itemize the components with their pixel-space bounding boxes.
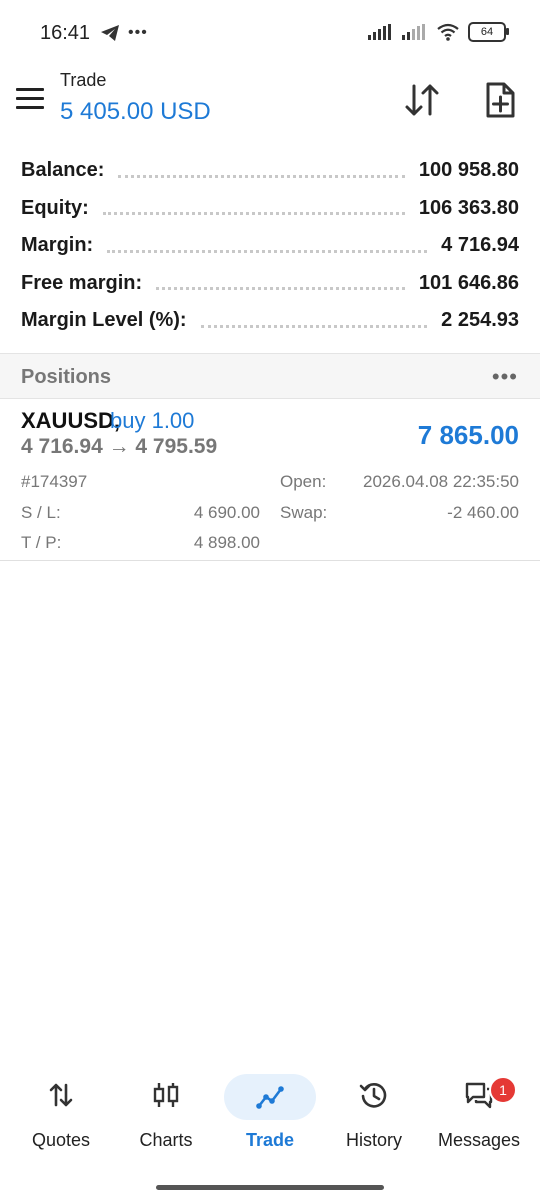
more-notifications-icon: ••• bbox=[128, 24, 148, 41]
position-prices: 4 716.94 → 4 795.59 bbox=[21, 435, 218, 458]
positions-section-header: Positions ••• bbox=[0, 353, 540, 399]
nav-label: Trade bbox=[245, 1130, 295, 1150]
battery-icon: 64 bbox=[468, 22, 509, 42]
dotted-leader bbox=[118, 174, 405, 178]
nav-label: History bbox=[345, 1130, 402, 1150]
summary-label: Balance: bbox=[21, 159, 105, 182]
dotted-leader bbox=[102, 211, 405, 216]
menu-icon[interactable] bbox=[16, 88, 44, 110]
unread-badge: 1 bbox=[489, 1076, 517, 1104]
new-order-icon[interactable] bbox=[480, 80, 520, 120]
home-indicator[interactable] bbox=[156, 1185, 384, 1190]
signal-2-icon bbox=[402, 24, 425, 40]
dotted-leader bbox=[107, 249, 428, 253]
app-header: Trade 5 405.00 USD bbox=[0, 66, 540, 136]
position-side-volume: buy 1.00 bbox=[110, 408, 195, 433]
summary-row-margin-level: Margin Level (%): 2 254.93 bbox=[21, 302, 519, 340]
summary-row-equity: Equity: 106 363.80 bbox=[21, 190, 519, 228]
account-summary: Balance: 100 958.80 Equity: 106 363.80 M… bbox=[21, 152, 519, 340]
more-options-icon[interactable]: ••• bbox=[492, 364, 518, 390]
position-profit: 7 865.00 bbox=[417, 420, 519, 450]
quotes-arrows-icon bbox=[49, 1083, 73, 1107]
status-time: 16:41 bbox=[40, 22, 91, 44]
sl-value: 4 690.00 bbox=[193, 503, 260, 522]
nav-charts[interactable]: Charts bbox=[114, 1068, 218, 1168]
summary-row-balance: Balance: 100 958.80 bbox=[21, 152, 519, 190]
trade-line-icon bbox=[256, 1086, 284, 1109]
summary-value: 4 716.94 bbox=[441, 234, 519, 257]
position-ticket: #174397 bbox=[21, 472, 88, 491]
nav-label: Quotes bbox=[31, 1130, 91, 1150]
wifi-icon bbox=[437, 23, 459, 41]
nav-label: Messages bbox=[437, 1130, 521, 1150]
swap-value: -2 460.00 bbox=[447, 503, 519, 522]
signal-icon bbox=[368, 24, 391, 40]
status-bar: 16:41 ••• 64 bbox=[0, 0, 540, 66]
swap-label: Swap: bbox=[280, 503, 328, 522]
account-profit-summary: 5 405.00 USD bbox=[60, 98, 211, 125]
summary-value: 2 254.93 bbox=[441, 309, 519, 332]
summary-label: Free margin: bbox=[21, 271, 143, 294]
candlestick-icon bbox=[153, 1083, 179, 1107]
nav-quotes[interactable]: Quotes bbox=[9, 1068, 113, 1168]
tp-label: T / P: bbox=[21, 533, 62, 552]
battery-level: 64 bbox=[480, 26, 494, 38]
tp-value: 4 898.00 bbox=[193, 533, 260, 552]
summary-label: Equity: bbox=[21, 196, 89, 219]
summary-label: Margin Level (%): bbox=[21, 309, 187, 332]
history-icon bbox=[359, 1083, 387, 1108]
telegram-icon bbox=[101, 25, 119, 41]
nav-history[interactable]: History bbox=[322, 1068, 426, 1168]
nav-messages[interactable]: 1 Messages bbox=[427, 1068, 531, 1168]
nav-trade[interactable]: Trade bbox=[218, 1068, 322, 1168]
position-row[interactable]: XAUUSD, buy 1.00 4 716.94 → 4 795.59 7 8… bbox=[0, 398, 540, 561]
open-label: Open: bbox=[280, 472, 327, 491]
summary-value: 106 363.80 bbox=[418, 196, 519, 219]
summary-label: Margin: bbox=[21, 234, 94, 257]
summary-value: 100 958.80 bbox=[418, 159, 519, 182]
sort-icon[interactable] bbox=[402, 80, 442, 120]
dotted-leader bbox=[156, 286, 405, 291]
summary-value: 101 646.86 bbox=[418, 271, 519, 294]
sl-label: S / L: bbox=[21, 503, 61, 522]
positions-title: Positions bbox=[21, 366, 112, 388]
summary-row-free-margin: Free margin: 101 646.86 bbox=[21, 265, 519, 303]
bottom-navigation: Quotes Charts Trade History 1 Messages bbox=[0, 1068, 540, 1168]
nav-label: Charts bbox=[139, 1130, 193, 1150]
open-time: 2026.04.08 22:35:50 bbox=[363, 472, 519, 491]
dotted-leader bbox=[200, 324, 428, 328]
summary-row-margin: Margin: 4 716.94 bbox=[21, 227, 519, 265]
position-symbol: XAUUSD, bbox=[21, 408, 121, 433]
page-title: Trade bbox=[60, 70, 107, 90]
